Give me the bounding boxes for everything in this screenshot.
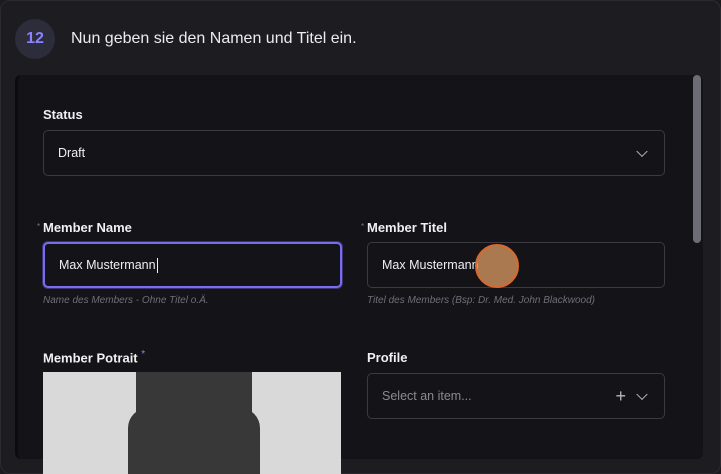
- required-marker: *: [361, 222, 365, 231]
- member-titel-label: Member Titel: [367, 220, 447, 235]
- member-portrait-image[interactable]: [43, 372, 341, 474]
- plus-icon[interactable]: +: [615, 387, 626, 405]
- member-portrait-label: Member Potrait *: [43, 349, 145, 365]
- required-marker: *: [141, 349, 146, 360]
- member-name-input[interactable]: Max Mustermann: [43, 242, 342, 288]
- step-number-badge: 12: [15, 19, 55, 59]
- step-header: 12 Nun geben sie den Namen und Titel ein…: [15, 19, 357, 59]
- tutorial-step-card: 12 Nun geben sie den Namen und Titel ein…: [0, 0, 721, 474]
- click-indicator: [475, 244, 519, 288]
- profile-placeholder: Select an item...: [382, 389, 472, 403]
- scrollbar-thumb[interactable]: [693, 75, 701, 243]
- step-instruction: Nun geben sie den Namen und Titel ein.: [71, 30, 357, 47]
- scrollbar[interactable]: [693, 75, 701, 459]
- member-titel-hint: Titel des Members (Bsp: Dr. Med. John Bl…: [367, 295, 595, 306]
- avatar-silhouette-head: [136, 372, 252, 452]
- member-name-hint: Name des Members - Ohne Titel o.Ä.: [43, 295, 209, 306]
- member-titel-value: Max Mustermann: [382, 258, 479, 272]
- status-label: Status: [43, 107, 83, 122]
- chevron-down-icon[interactable]: [636, 388, 648, 401]
- chevron-down-icon: [636, 145, 648, 158]
- member-name-value: Max Mustermann: [59, 258, 156, 272]
- member-portrait-label-text: Member Potrait: [43, 350, 138, 366]
- status-value: Draft: [58, 146, 86, 160]
- status-select[interactable]: Draft: [43, 130, 665, 176]
- required-marker: *: [37, 222, 41, 231]
- text-cursor: [156, 257, 158, 273]
- member-name-label: Member Name: [43, 220, 132, 235]
- profile-select[interactable]: Select an item... +: [367, 373, 665, 419]
- profile-label: Profile: [367, 350, 408, 365]
